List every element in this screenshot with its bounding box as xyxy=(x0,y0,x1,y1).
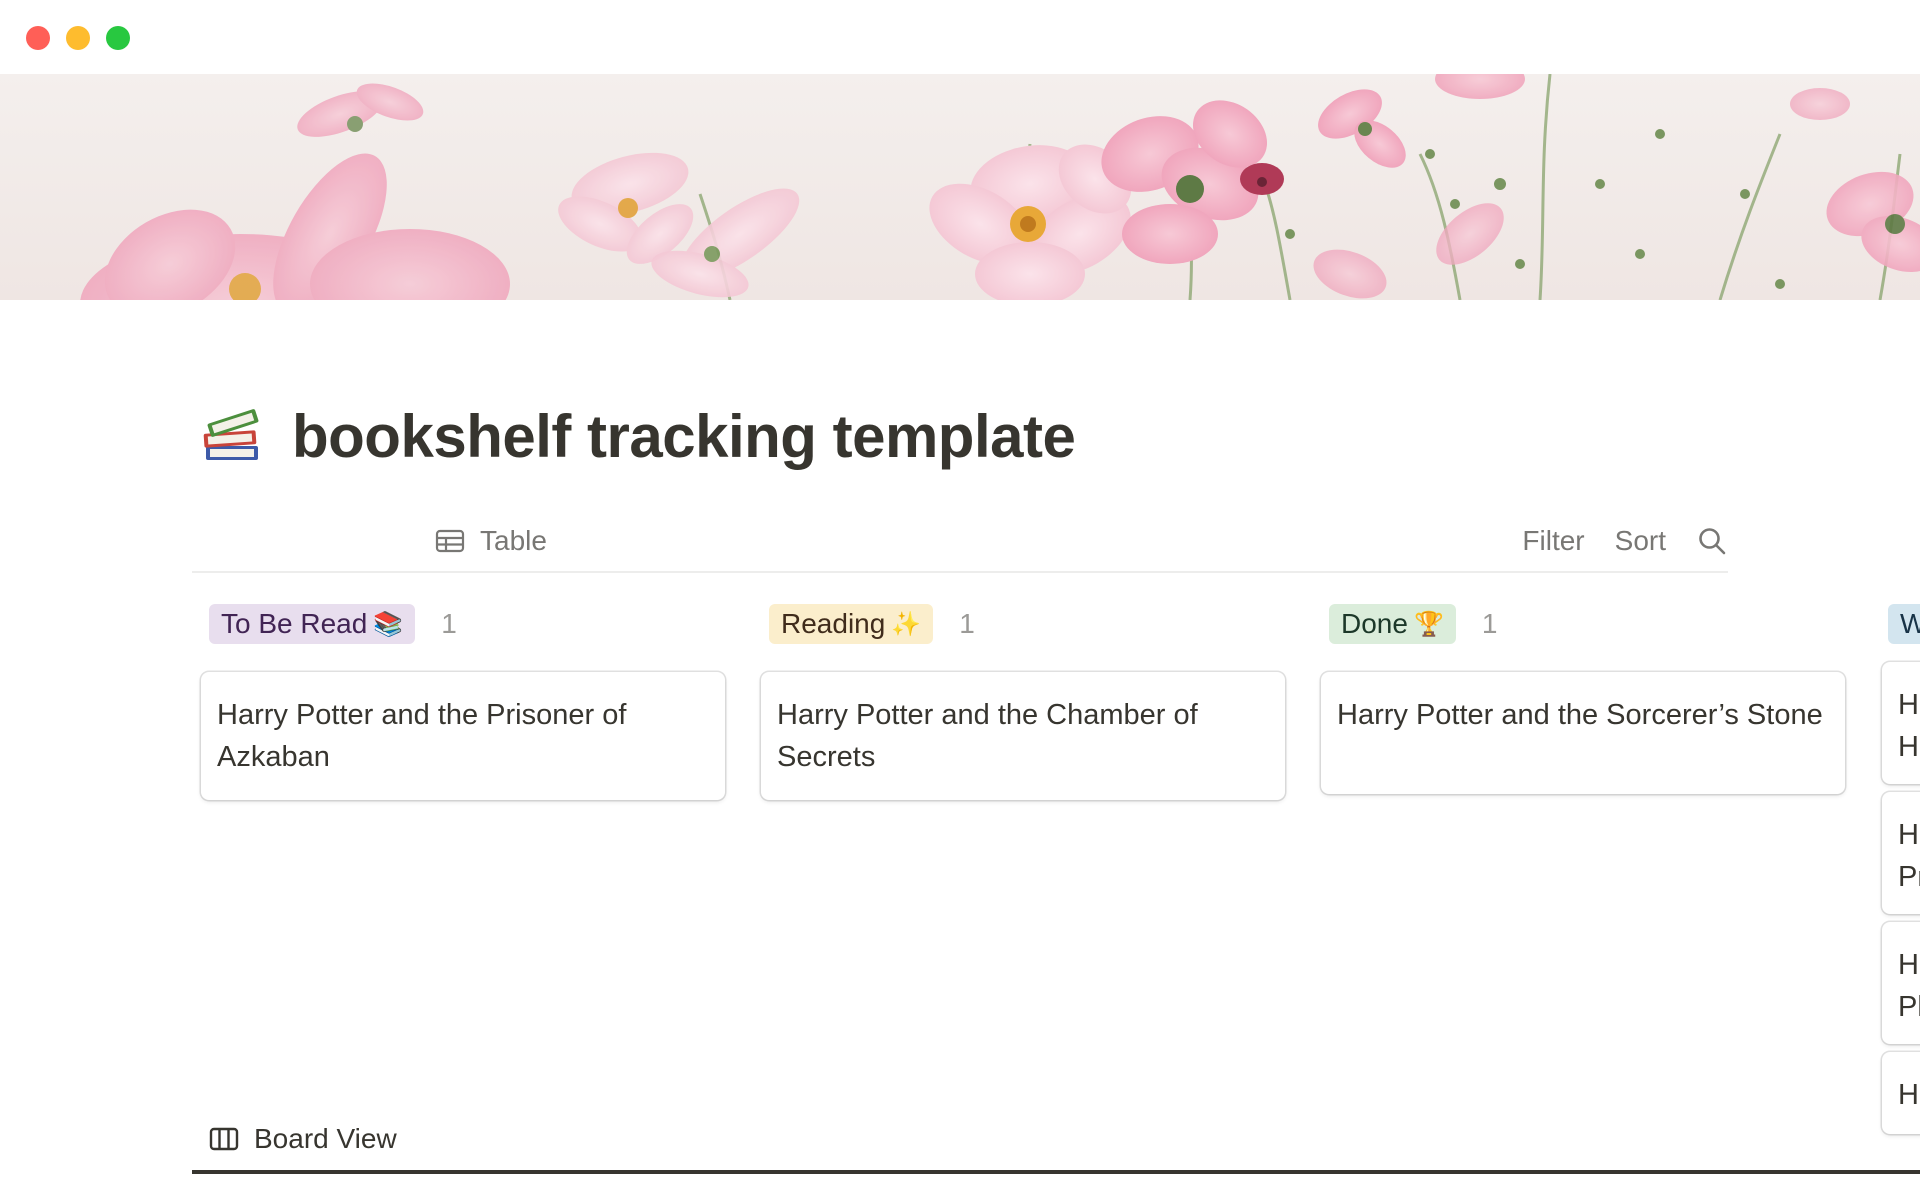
board-card[interactable]: Harry Potter and the Prisoner of Azkaban xyxy=(201,672,725,800)
board-column-to-be-read: To Be Read 📚 1 Harry Potter and the Priso… xyxy=(201,600,725,800)
tab-table[interactable]: Table xyxy=(418,508,563,573)
board-card[interactable]: Harry Potter and the Chamber of Secrets xyxy=(761,672,1285,800)
trophy-emoji-icon: 🏆 xyxy=(1413,610,1444,638)
sort-button[interactable]: Sort xyxy=(1615,525,1666,557)
view-actions: Filter Sort xyxy=(1522,508,1728,573)
app-window: bookshelf tracking template Board View T… xyxy=(0,0,1920,1200)
status-label: To Be Read xyxy=(221,608,368,639)
board-card[interactable]: Harry Potter and the Sorcerer’s Stone xyxy=(1321,672,1845,794)
status-label: Reading xyxy=(781,608,886,639)
status-badge[interactable]: W xyxy=(1888,604,1920,644)
column-count: 1 xyxy=(959,608,975,639)
board-card[interactable]: H Pr xyxy=(1882,792,1920,914)
status-label: Done xyxy=(1341,608,1408,639)
column-count: 1 xyxy=(441,608,457,639)
view-tabs-bar: Board View Table Filter Sort xyxy=(192,508,1920,1174)
page-title[interactable]: bookshelf tracking template xyxy=(198,396,1076,476)
column-header: Done 🏆 1 xyxy=(1321,600,1845,648)
maximize-window-button[interactable] xyxy=(106,26,130,50)
close-window-button[interactable] xyxy=(26,26,50,50)
status-badge[interactable]: Reading ✨ xyxy=(769,604,934,644)
board-card[interactable]: H xyxy=(1882,1052,1920,1134)
page-title-text[interactable]: bookshelf tracking template xyxy=(292,402,1076,471)
filter-button[interactable]: Filter xyxy=(1522,525,1584,557)
column-header: Reading ✨ 1 xyxy=(761,600,1285,648)
status-badge[interactable]: To Be Read 📚 xyxy=(209,604,416,644)
title-bar xyxy=(0,0,1920,74)
board-column-done: Done 🏆 1 Harry Potter and the Sorcerer’s … xyxy=(1321,600,1845,794)
status-label: W xyxy=(1900,608,1920,639)
board-card[interactable]: H H xyxy=(1882,662,1920,784)
search-icon[interactable] xyxy=(1696,525,1728,557)
column-header: To Be Read 📚 1 xyxy=(201,600,725,648)
board-card[interactable]: H Pl xyxy=(1882,922,1920,1044)
sparkles-emoji-icon: ✨ xyxy=(891,610,922,638)
status-badge[interactable]: Done 🏆 xyxy=(1329,604,1456,644)
tab-table-label: Table xyxy=(480,524,547,556)
minimize-window-button[interactable] xyxy=(66,26,90,50)
column-count: 1 xyxy=(1481,608,1498,639)
flower-cover-illustration xyxy=(80,74,1920,300)
books-emoji-icon: 📚 xyxy=(373,610,404,638)
table-icon xyxy=(434,525,466,557)
board: To Be Read 📚 1 Harry Potter and the Priso… xyxy=(0,600,1920,1200)
cover-image[interactable] xyxy=(0,74,1920,300)
books-icon[interactable] xyxy=(198,402,266,470)
board-column-reading: Reading ✨ 1 Harry Potter and the Chamber … xyxy=(761,600,1285,800)
